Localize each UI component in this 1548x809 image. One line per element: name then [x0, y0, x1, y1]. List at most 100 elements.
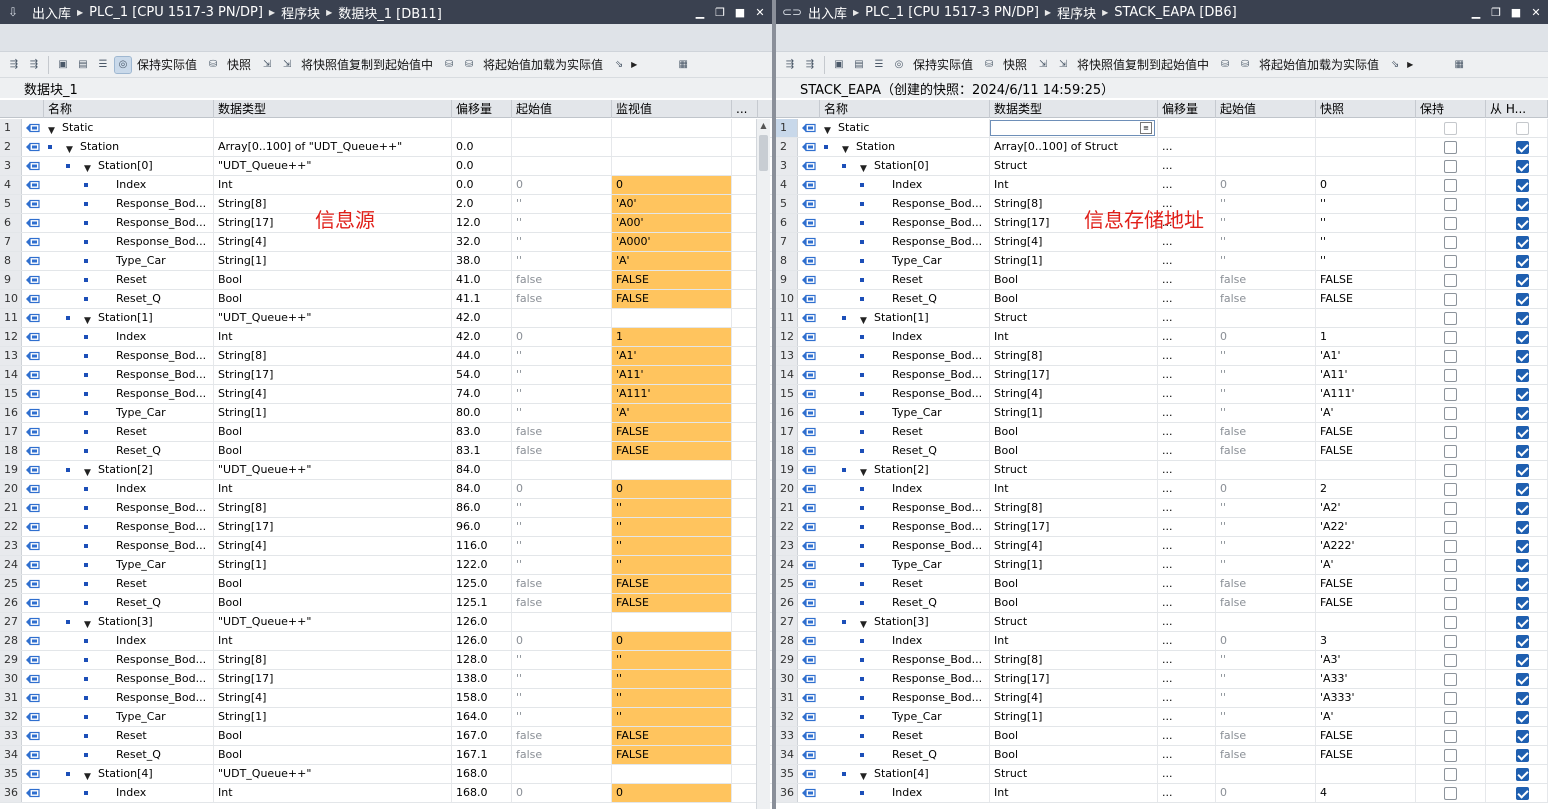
pin-icon[interactable]: ⇩: [6, 5, 20, 19]
table-row[interactable]: 5 Response_Bod... String[8] 2.0 '' 'A0': [0, 195, 772, 214]
snapshot-cell[interactable]: FALSE: [1316, 727, 1416, 745]
header-offset[interactable]: 偏移量: [1158, 100, 1216, 118]
expand-toggle-icon[interactable]: ▼: [842, 141, 849, 156]
start-value-cell[interactable]: [512, 157, 612, 175]
offset-cell[interactable]: ...: [1158, 347, 1216, 365]
expand-toggle-icon[interactable]: ▼: [860, 464, 867, 479]
collapse-icon[interactable]: ▤: [851, 57, 867, 73]
monitor-value-cell[interactable]: [612, 765, 732, 783]
monitor-value-cell[interactable]: 'A0': [612, 195, 732, 213]
accessible-from-hmi-checkbox[interactable]: [1516, 407, 1529, 420]
load-start-actual-icon[interactable]: ⛁: [1237, 57, 1253, 73]
retain-checkbox[interactable]: [1444, 578, 1457, 591]
load-start-button[interactable]: 将起始值加载为实际值: [1259, 56, 1379, 73]
offset-cell[interactable]: 122.0: [452, 556, 512, 574]
datatype-cell[interactable]: String[1]: [214, 708, 452, 726]
monitor-value-cell[interactable]: [612, 138, 732, 156]
monitor-value-cell[interactable]: '': [612, 708, 732, 726]
collapse-icon[interactable]: ▤: [75, 57, 91, 73]
retain-checkbox[interactable]: [1444, 274, 1457, 287]
snapshot-cell[interactable]: '': [1316, 233, 1416, 251]
accessible-from-hmi-checkbox[interactable]: [1516, 198, 1529, 211]
snapshot-cell[interactable]: 'A': [1316, 708, 1416, 726]
start-value-cell[interactable]: false: [512, 442, 612, 460]
name-cell[interactable]: ▼ Station[4]: [44, 765, 214, 783]
name-cell[interactable]: Reset_Q: [44, 594, 214, 612]
datatype-cell[interactable]: String[4]: [990, 233, 1158, 251]
retain-checkbox[interactable]: [1444, 559, 1457, 572]
table-row[interactable]: 14 Response_Bod... String[17]... '' 'A11': [776, 366, 1548, 385]
name-cell[interactable]: Response_Bod...: [820, 499, 990, 517]
datatype-cell[interactable]: Bool: [214, 594, 452, 612]
table-row[interactable]: 25 Reset Bool 125.0 false FALSE: [0, 575, 772, 594]
offset-cell[interactable]: 32.0: [452, 233, 512, 251]
snapshot-cell[interactable]: 'A': [1316, 404, 1416, 422]
name-cell[interactable]: Response_Bod...: [44, 670, 214, 688]
table-row[interactable]: 2 ▼ Station Array[0..100] of Struct...: [776, 138, 1548, 157]
table-row[interactable]: 16 Type_Car String[1] 80.0 '' 'A': [0, 404, 772, 423]
datatype-cell[interactable]: Bool: [990, 727, 1158, 745]
start-value-cell[interactable]: 0: [1216, 632, 1316, 650]
start-value-cell[interactable]: [512, 461, 612, 479]
table-row[interactable]: 35 ▼ Station[4] Struct...: [776, 765, 1548, 784]
offset-cell[interactable]: ...: [1158, 423, 1216, 441]
table-row[interactable]: 26 Reset_Q Bool... false FALSE: [776, 594, 1548, 613]
offset-cell[interactable]: ...: [1158, 290, 1216, 308]
minimize-icon[interactable]: ▁: [694, 6, 706, 19]
retain-checkbox[interactable]: [1444, 635, 1457, 648]
datatype-cell[interactable]: Bool: [990, 290, 1158, 308]
name-cell[interactable]: Reset: [820, 271, 990, 289]
accessible-from-hmi-checkbox[interactable]: [1516, 597, 1529, 610]
accessible-from-hmi-checkbox[interactable]: [1516, 141, 1529, 154]
monitor-value-cell[interactable]: 'A00': [612, 214, 732, 232]
load-start-icon[interactable]: ⛁: [1217, 57, 1233, 73]
name-cell[interactable]: Index: [44, 632, 214, 650]
retain-checkbox[interactable]: [1444, 255, 1457, 268]
start-value-cell[interactable]: 0: [1216, 328, 1316, 346]
start-value-cell[interactable]: '': [512, 233, 612, 251]
accessible-from-hmi-checkbox[interactable]: [1516, 673, 1529, 686]
start-value-cell[interactable]: false: [1216, 727, 1316, 745]
start-value-cell[interactable]: '': [512, 252, 612, 270]
name-cell[interactable]: Type_Car: [820, 708, 990, 726]
table-row[interactable]: 25 Reset Bool... false FALSE: [776, 575, 1548, 594]
monitor-value-cell[interactable]: '': [612, 689, 732, 707]
snapshot-cell[interactable]: 'A2': [1316, 499, 1416, 517]
start-value-cell[interactable]: [512, 765, 612, 783]
name-cell[interactable]: ▼ Station[4]: [820, 765, 990, 783]
monitor-value-cell[interactable]: FALSE: [612, 727, 732, 745]
start-value-cell[interactable]: '': [1216, 366, 1316, 384]
name-cell[interactable]: ▼ Station[3]: [44, 613, 214, 631]
load-start-button[interactable]: 将起始值加载为实际值: [483, 56, 603, 73]
monitor-value-cell[interactable]: '': [612, 556, 732, 574]
retain-checkbox[interactable]: [1444, 730, 1457, 743]
table-row[interactable]: 12 Index Int... 0 1: [776, 328, 1548, 347]
table-row[interactable]: 1 ▼ Static: [0, 119, 772, 138]
name-cell[interactable]: Reset: [820, 575, 990, 593]
start-value-cell[interactable]: '': [512, 404, 612, 422]
offset-cell[interactable]: 83.1: [452, 442, 512, 460]
copy-snapshot-start-icon[interactable]: ⇲: [1055, 57, 1071, 73]
start-value-cell[interactable]: '': [512, 499, 612, 517]
table-row[interactable]: 20 Index Int 84.0 0 0: [0, 480, 772, 499]
snapshot-cell[interactable]: '': [1316, 195, 1416, 213]
table-row[interactable]: 26 Reset_Q Bool 125.1 false FALSE: [0, 594, 772, 613]
start-value-cell[interactable]: 0: [512, 328, 612, 346]
type-picker-icon[interactable]: ≡: [1140, 122, 1152, 134]
datatype-cell[interactable]: String[8]: [990, 651, 1158, 669]
start-value-cell[interactable]: false: [512, 575, 612, 593]
name-cell[interactable]: Response_Bod...: [820, 366, 990, 384]
snapshot-cell[interactable]: [1316, 461, 1416, 479]
datatype-cell[interactable]: "UDT_Queue++": [214, 765, 452, 783]
name-cell[interactable]: Reset: [820, 727, 990, 745]
start-value-cell[interactable]: [512, 138, 612, 156]
snapshot-cell[interactable]: 'A333': [1316, 689, 1416, 707]
datatype-cell[interactable]: Bool: [214, 746, 452, 764]
header-start-value[interactable]: 起始值: [512, 100, 612, 118]
add-row-icon[interactable]: ⇶: [26, 57, 42, 73]
name-cell[interactable]: Type_Car: [44, 556, 214, 574]
table-row[interactable]: 13 Response_Bod... String[8]... '' 'A1': [776, 347, 1548, 366]
name-cell[interactable]: Response_Bod...: [44, 195, 214, 213]
offset-cell[interactable]: 167.1: [452, 746, 512, 764]
copy-snapshot-icon[interactable]: ⇲: [259, 57, 275, 73]
